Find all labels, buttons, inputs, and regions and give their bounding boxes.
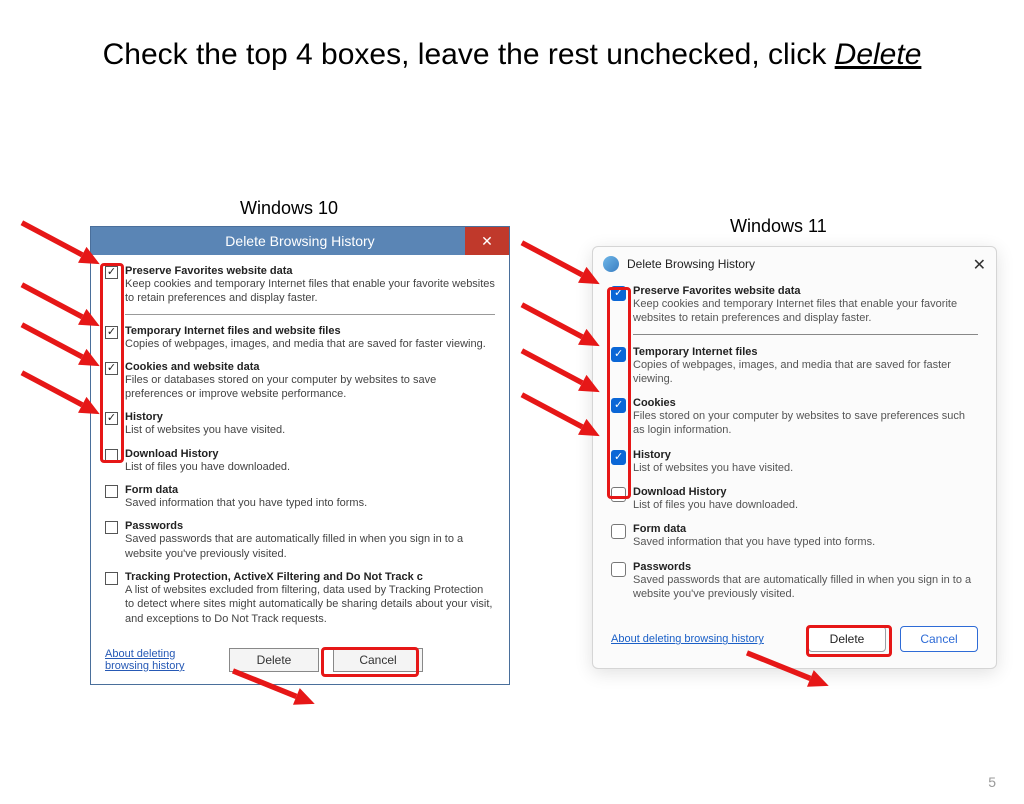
checkbox[interactable] xyxy=(611,524,626,539)
checkbox-description: Saved information that you have typed in… xyxy=(125,496,495,510)
checkbox-description: List of files you have downloaded. xyxy=(125,460,495,474)
checkbox-item-win10: Cookies and website dataFiles or databas… xyxy=(105,361,495,402)
checkbox-item-win11: PasswordsSaved passwords that are automa… xyxy=(611,561,978,602)
checkbox[interactable] xyxy=(611,286,626,301)
checkbox-item-win11: Temporary Internet filesCopies of webpag… xyxy=(611,346,978,387)
checkbox-item-win10: Tracking Protection, ActiveX Filtering a… xyxy=(105,571,495,626)
checkbox-description: Keep cookies and temporary Internet file… xyxy=(633,297,978,326)
cancel-button-label: Cancel xyxy=(359,653,396,667)
checkbox-item-win10: PasswordsSaved passwords that are automa… xyxy=(105,520,495,561)
about-link-win11[interactable]: About deleting browsing history xyxy=(611,633,794,645)
checkbox[interactable] xyxy=(105,521,118,534)
label-windows-11: Windows 11 xyxy=(730,216,827,237)
checkbox-label: Cookies and website data xyxy=(125,361,495,373)
checkbox-description: List of websites you have visited. xyxy=(633,461,978,475)
checkbox-item-win11: Form dataSaved information that you have… xyxy=(611,523,978,549)
checkbox[interactable] xyxy=(105,412,118,425)
checkbox-label: History xyxy=(125,411,495,423)
dialog-footer-win10: About deleting browsing history Delete C… xyxy=(91,644,509,684)
checkbox-label: History xyxy=(633,449,978,461)
checkbox-description: Copies of webpages, images, and media th… xyxy=(633,358,978,387)
checkbox-item-win10: Preserve Favorites website dataKeep cook… xyxy=(105,265,495,315)
checkbox-item-win11: CookiesFiles stored on your computer by … xyxy=(611,397,978,438)
checkbox[interactable] xyxy=(611,450,626,465)
delete-button-win11[interactable]: Delete xyxy=(808,626,886,652)
close-icon: ✕ xyxy=(481,227,493,255)
checkbox[interactable] xyxy=(105,449,118,462)
checkbox-label: Download History xyxy=(125,448,495,460)
checkbox[interactable] xyxy=(105,266,118,279)
checkbox-label: Passwords xyxy=(633,561,978,573)
checkbox-label: Temporary Internet files and website fil… xyxy=(125,325,495,337)
cancel-button-win11[interactable]: Cancel xyxy=(900,626,978,652)
dialog-body-win10: Preserve Favorites website dataKeep cook… xyxy=(91,255,509,644)
checkbox[interactable] xyxy=(611,562,626,577)
checkbox-label: Form data xyxy=(125,484,495,496)
label-windows-10: Windows 10 xyxy=(240,198,338,219)
checkbox[interactable] xyxy=(105,326,118,339)
checkbox-label: Preserve Favorites website data xyxy=(125,265,495,277)
dialog-delete-history-win11: Delete Browsing History ✕ Preserve Favor… xyxy=(592,246,997,669)
page-number: 5 xyxy=(988,774,996,790)
dialog-delete-history-win10: Delete Browsing History ✕ Preserve Favor… xyxy=(90,226,510,685)
dialog-footer-win11: About deleting browsing history Delete C… xyxy=(593,618,996,668)
checkbox-item-win11: HistoryList of websites you have visited… xyxy=(611,449,978,475)
checkbox[interactable] xyxy=(105,485,118,498)
close-button-win10[interactable]: ✕ xyxy=(465,227,509,255)
checkbox-label: Passwords xyxy=(125,520,495,532)
checkbox-description: Saved information that you have typed in… xyxy=(633,535,978,549)
close-button-win11[interactable]: ✕ xyxy=(973,255,986,275)
checkbox-item-win10: HistoryList of websites you have visited… xyxy=(105,411,495,437)
checkbox-label: Preserve Favorites website data xyxy=(633,285,978,297)
titlebar-win11: Delete Browsing History ✕ xyxy=(593,247,996,281)
checkbox[interactable] xyxy=(611,347,626,362)
checkbox-description: List of files you have downloaded. xyxy=(633,498,978,512)
title-text-win10: Delete Browsing History xyxy=(225,233,374,249)
checkbox-label: Download History xyxy=(633,486,978,498)
slide-title: Check the top 4 boxes, leave the rest un… xyxy=(40,36,984,74)
checkbox-label: Form data xyxy=(633,523,978,535)
checkbox-label: Cookies xyxy=(633,397,978,409)
checkbox-description: Files or databases stored on your comput… xyxy=(125,373,495,402)
delete-button-label: Delete xyxy=(257,653,292,667)
title-text: Check the top 4 boxes, leave the rest un… xyxy=(103,38,835,71)
checkbox-item-win11: Preserve Favorites website dataKeep cook… xyxy=(611,285,978,335)
checkbox-description: List of websites you have visited. xyxy=(125,423,495,437)
checkbox-item-win10: Temporary Internet files and website fil… xyxy=(105,325,495,351)
dialog-body-win11: Preserve Favorites website dataKeep cook… xyxy=(593,281,996,618)
title-text-win11: Delete Browsing History xyxy=(627,257,755,271)
cancel-button-label: Cancel xyxy=(920,632,957,646)
delete-button-label: Delete xyxy=(830,632,865,646)
checkbox-label: Tracking Protection, ActiveX Filtering a… xyxy=(125,571,495,583)
delete-button-win10[interactable]: Delete xyxy=(229,648,319,672)
title-action: Delete xyxy=(835,38,922,71)
titlebar-win10: Delete Browsing History ✕ xyxy=(91,227,509,255)
checkbox[interactable] xyxy=(105,362,118,375)
checkbox-description: Keep cookies and temporary Internet file… xyxy=(125,277,495,306)
checkbox[interactable] xyxy=(611,487,626,502)
about-link-win10[interactable]: About deleting browsing history xyxy=(105,648,215,672)
cancel-button-win10[interactable]: Cancel xyxy=(333,648,423,672)
ie-icon xyxy=(603,256,619,272)
checkbox-item-win10: Download HistoryList of files you have d… xyxy=(105,448,495,474)
checkbox-description: Saved passwords that are automatically f… xyxy=(633,573,978,602)
checkbox-description: Copies of webpages, images, and media th… xyxy=(125,337,495,351)
checkbox-description: Files stored on your computer by website… xyxy=(633,409,978,438)
checkbox-item-win11: Download HistoryList of files you have d… xyxy=(611,486,978,512)
checkbox[interactable] xyxy=(105,572,118,585)
checkbox-description: A list of websites excluded from filteri… xyxy=(125,583,495,626)
checkbox-description: Saved passwords that are automatically f… xyxy=(125,532,495,561)
close-icon: ✕ xyxy=(973,257,986,274)
checkbox[interactable] xyxy=(611,398,626,413)
checkbox-item-win10: Form dataSaved information that you have… xyxy=(105,484,495,510)
checkbox-label: Temporary Internet files xyxy=(633,346,978,358)
